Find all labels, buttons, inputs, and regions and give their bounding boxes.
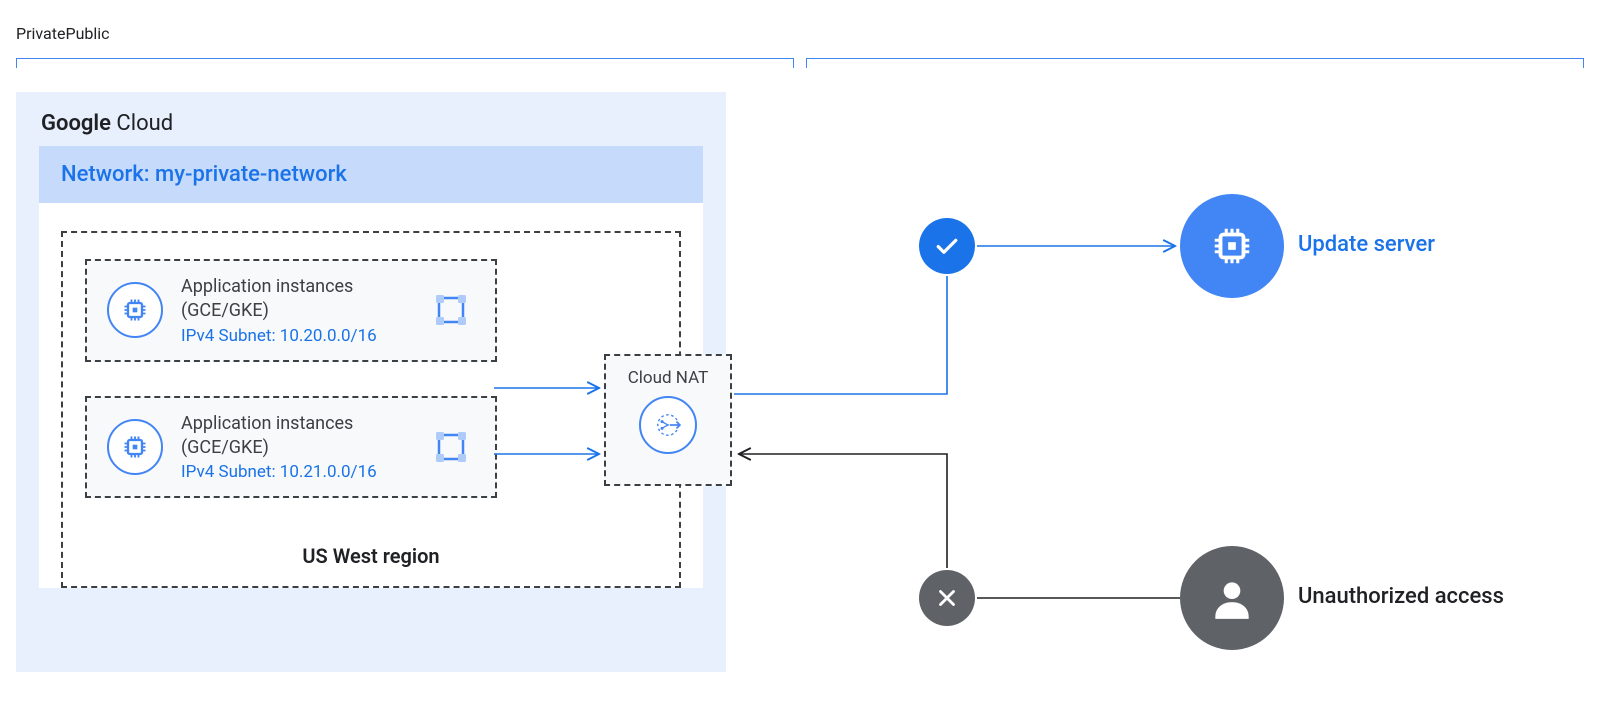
instance-2-text: Application instances (GCE/GKE) IPv4 Sub… xyxy=(181,412,409,483)
vpc-icon xyxy=(427,286,475,334)
update-server-icon xyxy=(1180,194,1284,298)
cloud-nat-label: Cloud NAT xyxy=(606,368,730,388)
unauthorized-user-icon xyxy=(1180,546,1284,650)
compute-engine-icon xyxy=(107,282,163,338)
region-label: US West region xyxy=(85,532,657,574)
update-server-label: Update server xyxy=(1298,232,1435,257)
zone-brackets xyxy=(16,58,1584,68)
instance-box-2: Application instances (GCE/GKE) IPv4 Sub… xyxy=(85,396,497,499)
cloud-brand-label: Google Cloud xyxy=(17,93,725,146)
unauthorized-access-label: Unauthorized access xyxy=(1298,584,1504,609)
instance-1-subnet: IPv4 Subnet: 10.20.0.0/16 xyxy=(181,326,409,346)
bracket-public xyxy=(806,58,1584,68)
cloud-brand-bold: Google xyxy=(41,111,111,136)
cloud-nat-icon xyxy=(639,396,697,454)
zone-label-private: Private xyxy=(16,24,65,43)
cross-icon xyxy=(919,570,975,626)
zone-label-public: Public xyxy=(65,24,109,43)
instance-2-title-l1: Application instances xyxy=(181,413,353,434)
network-label: Network: my-private-network xyxy=(39,146,703,203)
instance-2-subnet: IPv4 Subnet: 10.21.0.0/16 xyxy=(181,462,409,482)
compute-engine-icon xyxy=(107,419,163,475)
instance-2-title-l2: (GCE/GKE) xyxy=(181,437,269,458)
instance-1-title-l1: Application instances xyxy=(181,276,353,297)
instance-1-text: Application instances (GCE/GKE) IPv4 Sub… xyxy=(181,275,409,346)
bracket-private xyxy=(16,58,794,68)
vpc-icon xyxy=(427,423,475,471)
zone-labels: Private Public xyxy=(16,24,1584,43)
cloud-brand-rest: Cloud xyxy=(111,111,173,136)
region-box: Application instances (GCE/GKE) IPv4 Sub… xyxy=(61,231,681,588)
instance-1-title-l2: (GCE/GKE) xyxy=(181,300,269,321)
check-icon xyxy=(919,218,975,274)
instance-box-1: Application instances (GCE/GKE) IPv4 Sub… xyxy=(85,259,497,362)
cloud-nat-box: Cloud NAT xyxy=(604,354,732,486)
